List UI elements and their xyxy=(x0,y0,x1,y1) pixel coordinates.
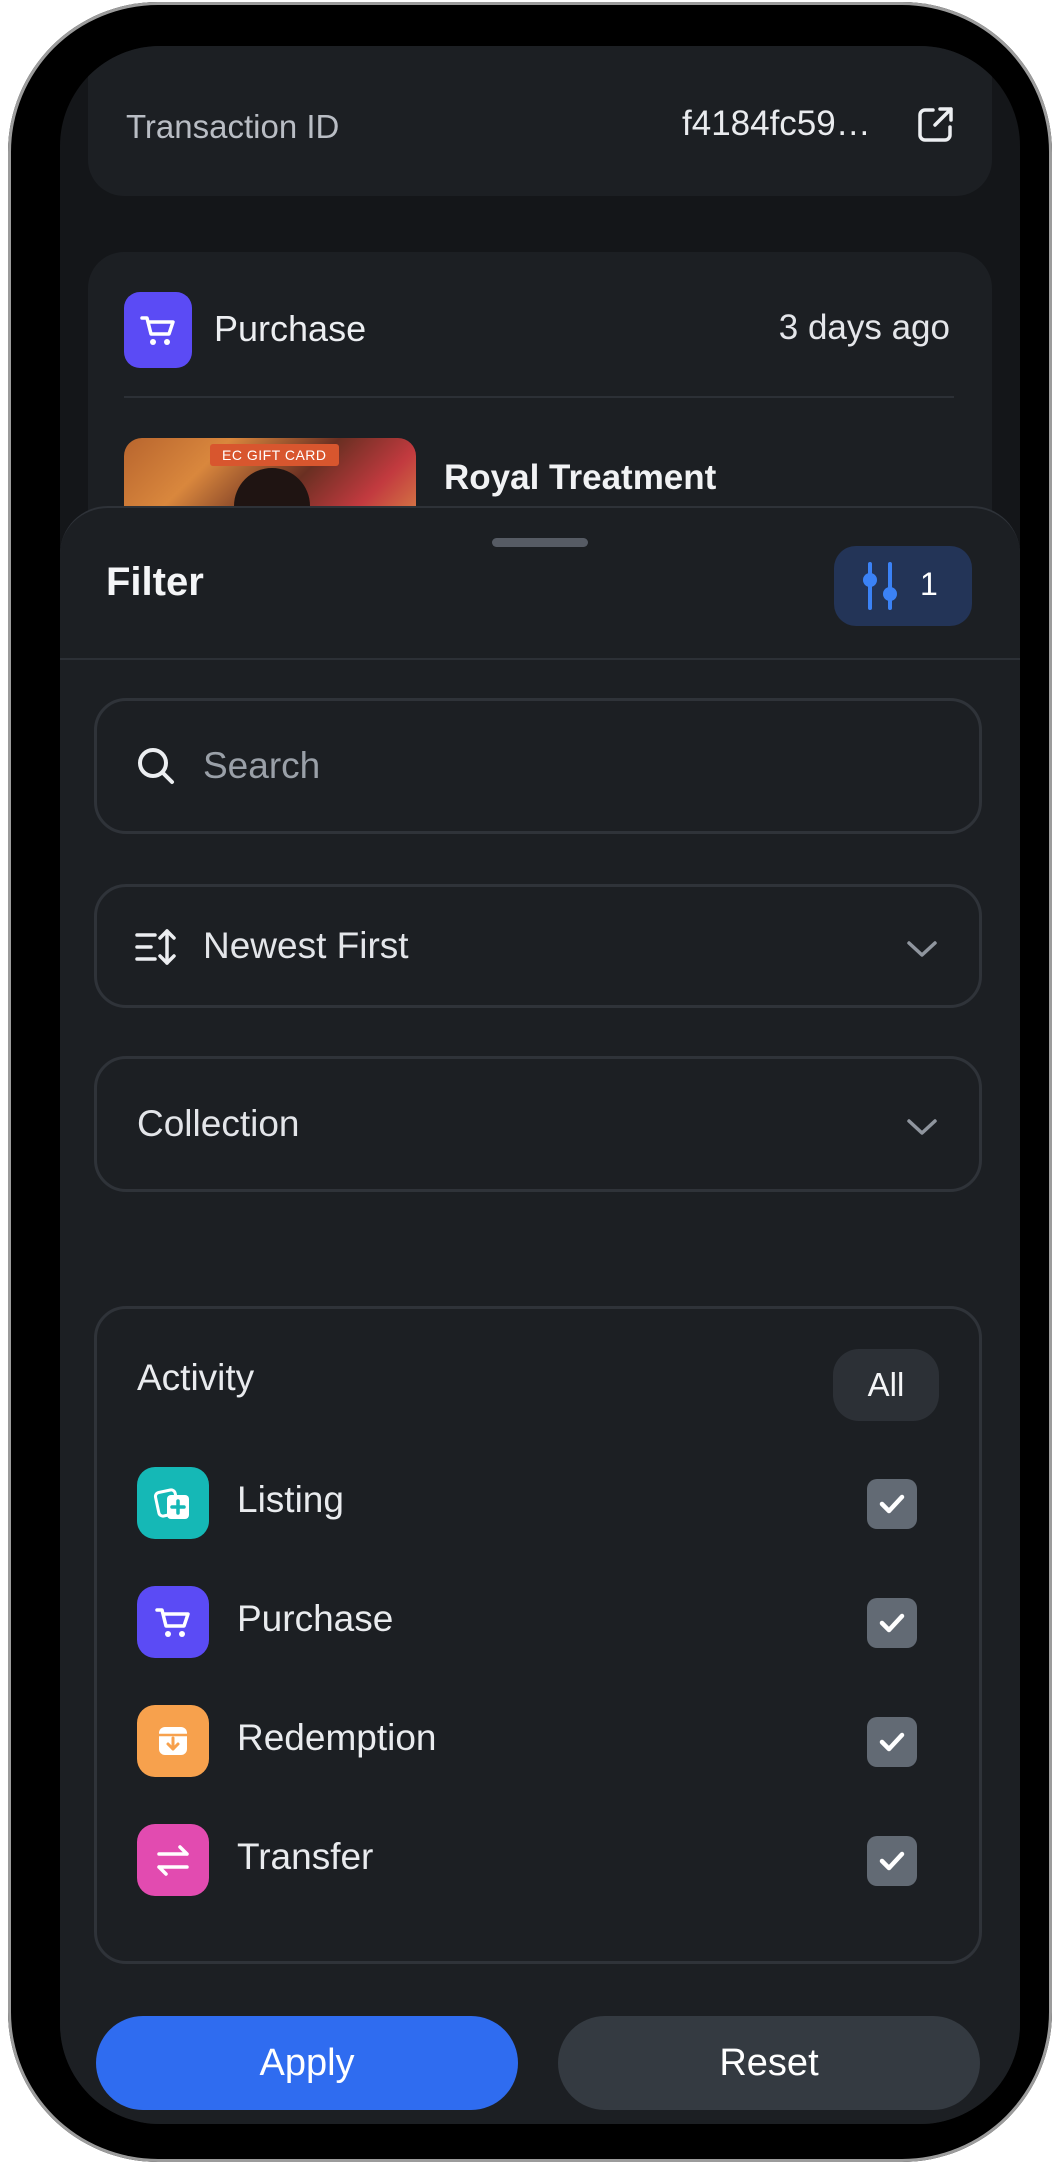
transaction-id-label: Transaction ID xyxy=(126,108,340,145)
gift-card-badge: EC GIFT CARD xyxy=(210,444,339,466)
activity-time: 3 days ago xyxy=(778,308,950,347)
option-label: Redemption xyxy=(237,1717,437,1758)
activity-heading: Activity xyxy=(137,1357,255,1398)
activity-filter-group: Activity All Listing Purchase Redemption… xyxy=(94,1306,982,1964)
sheet-divider xyxy=(60,658,1020,660)
nft-title: Royal Treatment xyxy=(444,458,717,497)
sort-value: Newest First xyxy=(203,925,409,966)
apply-button[interactable]: Apply xyxy=(96,2016,518,2110)
search-placeholder: Search xyxy=(203,745,321,786)
sort-select[interactable]: Newest First xyxy=(94,884,982,1008)
sliders-icon xyxy=(863,562,897,610)
active-filters-badge[interactable]: 1 xyxy=(834,546,972,626)
transaction-id-value[interactable]: f4184fc59… xyxy=(682,104,871,144)
purchase-checkbox[interactable] xyxy=(867,1598,917,1648)
activity-option-listing[interactable]: Listing xyxy=(137,1467,945,1539)
activity-option-transfer[interactable]: Transfer xyxy=(137,1824,945,1896)
collection-placeholder: Collection xyxy=(137,1103,300,1144)
select-all-button[interactable]: All xyxy=(833,1349,939,1421)
checkmark-icon xyxy=(879,1613,905,1633)
cart-icon xyxy=(137,1586,209,1658)
option-label: Purchase xyxy=(237,1598,394,1639)
search-icon xyxy=(138,748,174,784)
activity-type: Purchase xyxy=(214,308,367,349)
checkmark-icon xyxy=(879,1851,905,1871)
listing-icon xyxy=(137,1467,209,1539)
redeem-icon xyxy=(137,1705,209,1777)
redemption-checkbox[interactable] xyxy=(867,1717,917,1767)
reset-button[interactable]: Reset xyxy=(558,2016,980,2110)
cart-icon xyxy=(124,292,192,368)
listing-checkbox[interactable] xyxy=(867,1479,917,1529)
checkmark-icon xyxy=(879,1732,905,1752)
divider xyxy=(124,396,954,398)
checkmark-icon xyxy=(879,1494,905,1514)
active-filters-count: 1 xyxy=(920,566,938,602)
option-label: Listing xyxy=(237,1479,344,1520)
search-input[interactable]: Search xyxy=(94,698,982,834)
filter-sheet: Filter 1 Search Newest First Collection … xyxy=(60,506,1020,2124)
chevron-down-icon xyxy=(907,1119,937,1135)
sheet-handle[interactable] xyxy=(492,538,588,547)
external-link-icon[interactable] xyxy=(916,104,956,144)
option-label: Transfer xyxy=(237,1836,374,1877)
activity-option-purchase[interactable]: Purchase xyxy=(137,1586,945,1658)
transfer-checkbox[interactable] xyxy=(867,1836,917,1886)
sort-icon xyxy=(135,929,176,965)
activity-option-redemption[interactable]: Redemption xyxy=(137,1705,945,1777)
filter-title: Filter xyxy=(106,560,204,604)
screen: Transaction ID f4184fc59… Purchase 3 day… xyxy=(60,46,1020,2124)
collection-select[interactable]: Collection xyxy=(94,1056,982,1192)
phone-frame: Transaction ID f4184fc59… Purchase 3 day… xyxy=(8,2,1052,2162)
chevron-down-icon xyxy=(907,941,937,957)
transfer-icon xyxy=(137,1824,209,1896)
